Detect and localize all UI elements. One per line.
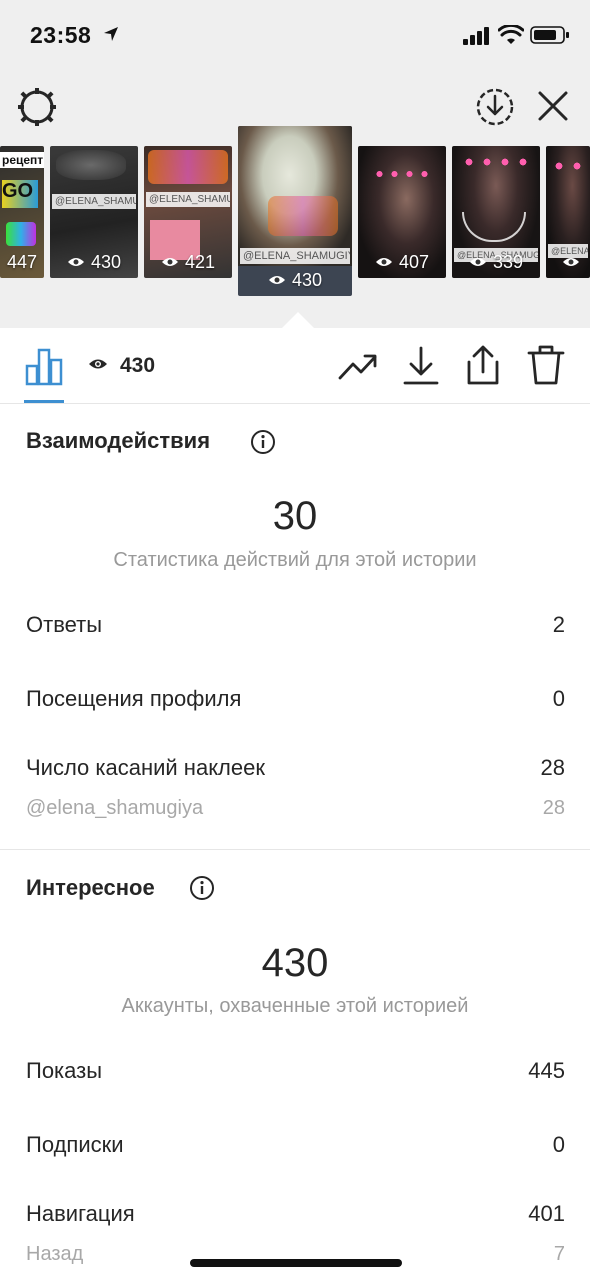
impressions-value: 445: [528, 1058, 565, 1083]
story-views: 421: [144, 246, 232, 278]
eye-icon: [469, 258, 486, 266]
status-time: 23:58: [30, 22, 92, 48]
eye-icon: [268, 276, 285, 284]
status-bar: 23:58: [0, 0, 590, 70]
impressions-label: Показы: [26, 1058, 103, 1083]
story-tag: @ELENA_SHAMUGIYA: [52, 194, 136, 209]
wifi-icon: [498, 25, 524, 44]
replies-label: Ответы: [26, 612, 103, 637]
share-icon[interactable]: [464, 344, 502, 386]
rainbow-sticker: [6, 222, 36, 246]
info-icon[interactable]: [250, 429, 276, 455]
gear-icon[interactable]: [16, 86, 58, 128]
insights-toolbar: 430: [0, 328, 590, 404]
sticker-graphic: GO: [2, 180, 38, 208]
download-circle-icon[interactable]: [474, 86, 516, 128]
arrow-decorations: [462, 212, 526, 242]
arrow-decorations: [268, 196, 338, 236]
follows-value: 0: [552, 1132, 565, 1157]
views-count: 430: [291, 269, 323, 290]
view-count: 430: [120, 354, 156, 377]
trending-icon[interactable]: [338, 348, 378, 384]
navigation-label: Навигация: [26, 1201, 135, 1226]
close-icon[interactable]: [536, 89, 570, 123]
story-thumbnail[interactable]: 407: [358, 146, 446, 278]
story-thumbnail-selected[interactable]: @ELENA_SHAMUGIYA 430: [238, 126, 352, 296]
sticker-taps-value: 28: [540, 755, 565, 780]
interactions-caption: Статистика действий для этой истории: [113, 549, 477, 571]
story-thumbnail[interactable]: рецепт GO 447: [0, 146, 44, 278]
active-tab-indicator: [24, 400, 64, 403]
sticker-taps-label: Число касаний наклеек: [26, 755, 265, 780]
views-count: 407: [398, 251, 430, 272]
eye-icon: [563, 258, 579, 266]
story-views: [546, 246, 590, 278]
download-icon[interactable]: [402, 346, 440, 386]
heart-stickers: [550, 160, 586, 172]
discovery-total: 430: [261, 941, 329, 985]
views-count: 339: [492, 251, 524, 272]
story-tag: @ELENA_SHAMUGIYA: [240, 248, 350, 264]
eye-icon: [375, 258, 392, 266]
navigation-value: 401: [528, 1201, 565, 1226]
eye-icon: [89, 359, 107, 369]
location-arrow-icon: [104, 27, 118, 41]
views-count: 447: [6, 251, 38, 272]
story-views: 447: [0, 246, 44, 278]
battery-icon: [530, 26, 569, 44]
story-thumbnail[interactable]: @ELENA_SHAMUGIYA 430: [50, 146, 138, 278]
interactions-total: 30: [272, 494, 318, 538]
signal-icon: [463, 27, 489, 45]
heart-stickers: [460, 156, 532, 168]
home-indicator[interactable]: [190, 1259, 402, 1267]
story-thumbnail[interactable]: @ELENA_SHAMUGIYA 339: [452, 146, 540, 278]
selected-story-pointer: [282, 312, 314, 328]
eye-icon: [161, 258, 178, 266]
story-views: 339: [452, 246, 540, 278]
replies-value: 2: [552, 612, 565, 637]
story-views: 407: [358, 246, 446, 278]
info-icon[interactable]: [189, 875, 215, 901]
trash-icon[interactable]: [526, 344, 566, 386]
section-divider: [0, 849, 590, 850]
story-thumbnail[interactable]: @ELENA_SHAMUGIYA 421: [144, 146, 232, 278]
story-thumbnail[interactable]: @ELENA: [546, 146, 590, 278]
story-views: 430: [50, 246, 138, 278]
views-count: 430: [90, 251, 122, 272]
profile-visits-label: Посещения профиля: [26, 686, 242, 711]
back-value: 7: [553, 1243, 565, 1265]
discovery-title: Интересное: [26, 875, 155, 900]
story-header-area: 23:58 рецепт GO 447 @ELENA_SHAM 430 @ELE…: [0, 0, 590, 328]
mention-sticker-value: 28: [542, 797, 565, 819]
story-views: 430: [238, 266, 352, 294]
arrow-decorations: [148, 150, 228, 184]
interactions-title: Взаимодействия: [26, 428, 211, 453]
sticker-text: рецепт: [0, 152, 44, 168]
follows-label: Подписки: [26, 1132, 124, 1157]
bar-chart-icon[interactable]: [24, 348, 64, 386]
food-image: [56, 150, 126, 180]
profile-visits-value: 0: [552, 686, 565, 711]
eye-icon: [67, 258, 84, 266]
views-count: 421: [184, 251, 216, 272]
discovery-caption: Аккаунты, охваченные этой историей: [121, 995, 469, 1017]
mention-sticker-label[interactable]: @elena_shamugiya: [26, 797, 203, 820]
story-tag: @ELENA_SHAMUGIYA: [146, 192, 230, 207]
back-label: Назад: [26, 1243, 84, 1265]
heart-stickers: [372, 168, 432, 180]
